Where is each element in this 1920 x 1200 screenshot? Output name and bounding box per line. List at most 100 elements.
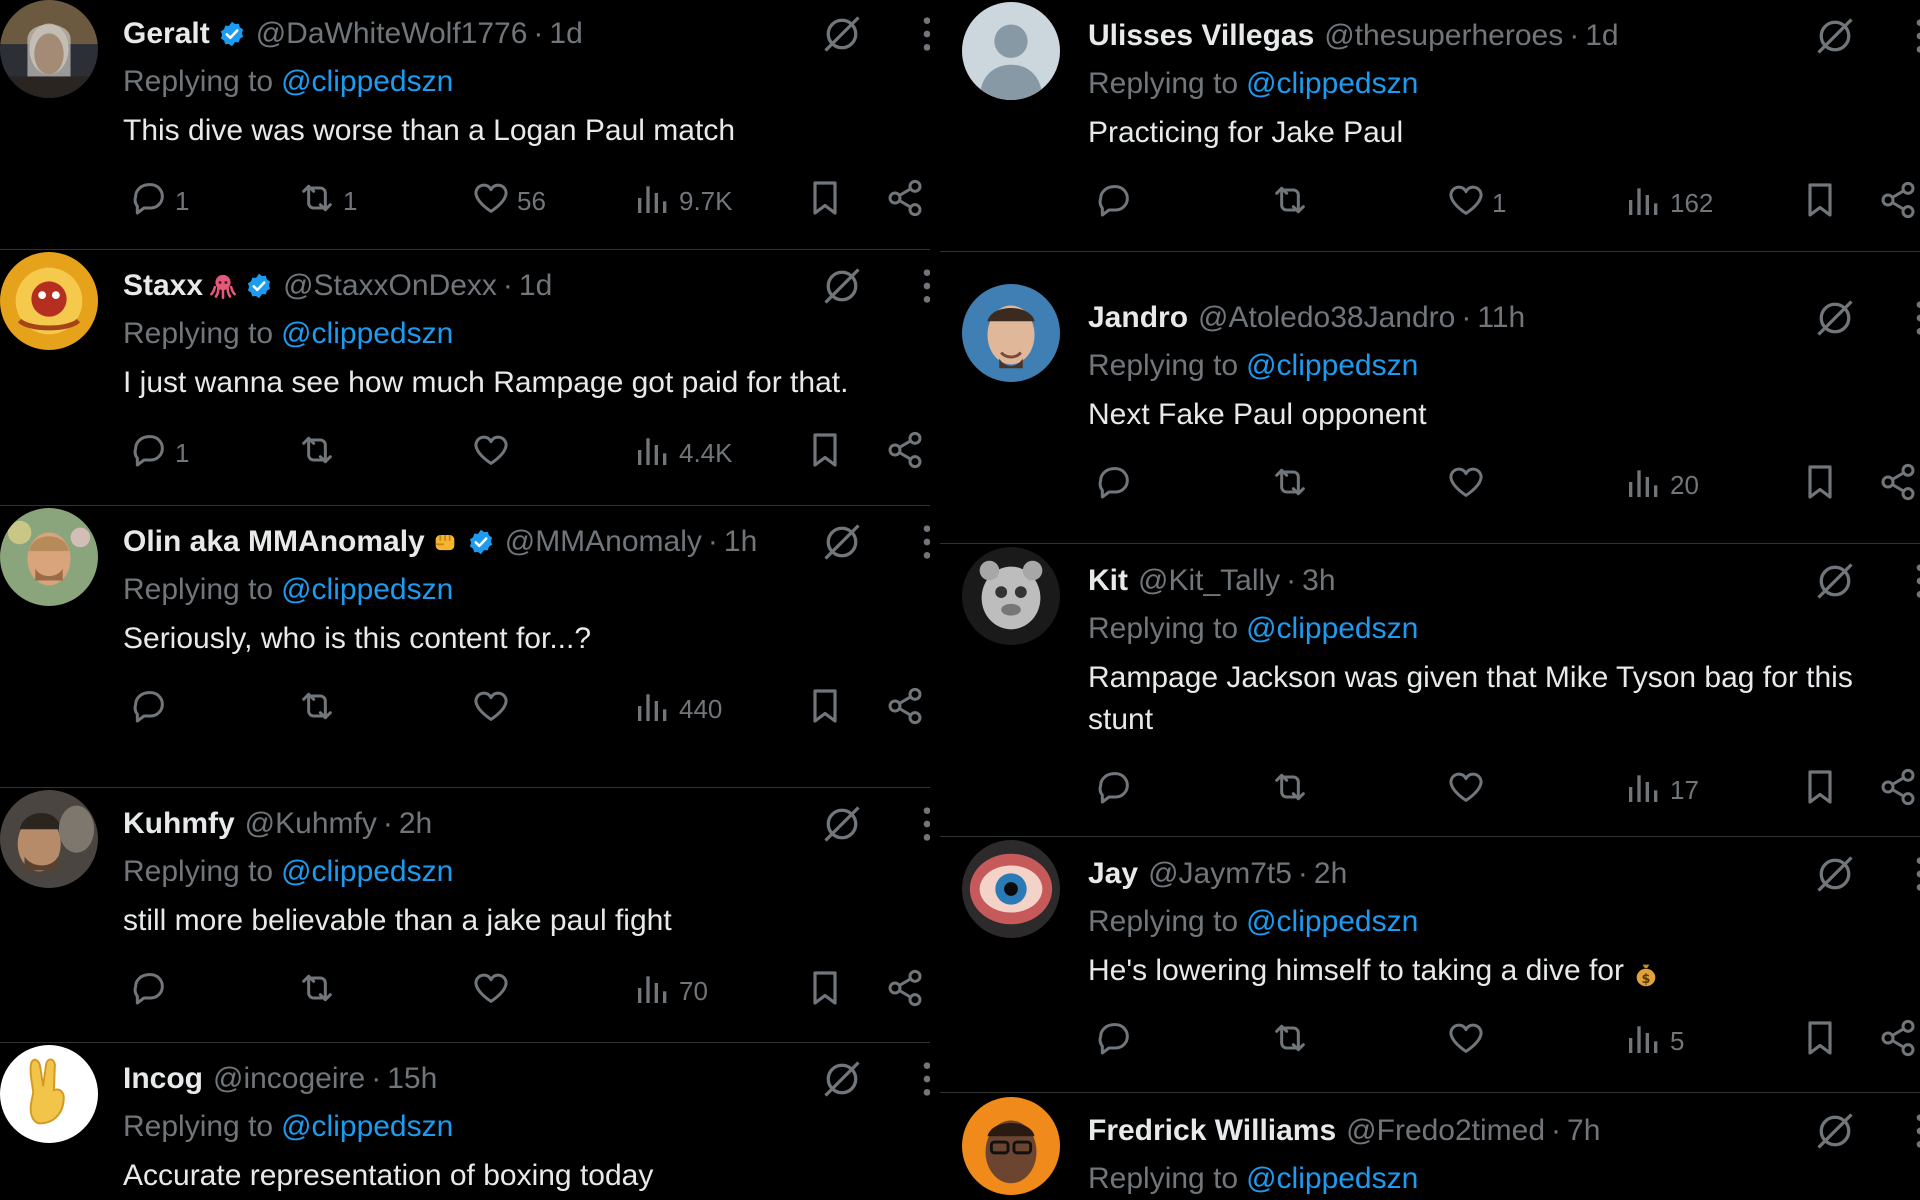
avatar[interactable] [0, 790, 98, 888]
display-name[interactable]: Staxx [123, 268, 203, 304]
display-name[interactable]: Fredrick Williams [1088, 1113, 1336, 1149]
timestamp[interactable]: 2h [399, 806, 432, 842]
grok-icon[interactable] [1813, 14, 1857, 58]
reply-tweet[interactable]: Kit @Kit_Tally · 3h Replying to @clippedszn Ra… [940, 545, 1920, 837]
user-handle[interactable]: @DaWhiteWolf1776 [256, 16, 528, 52]
display-name[interactable]: Kit [1088, 563, 1128, 599]
timestamp[interactable]: 2h [1314, 856, 1347, 892]
like-button[interactable] [1440, 765, 1486, 815]
display-name[interactable]: Incog [123, 1061, 203, 1097]
timestamp[interactable]: 3h [1302, 563, 1335, 599]
mention-link[interactable]: @clippedszn [1246, 349, 1418, 382]
mention-link[interactable]: @clippedszn [1246, 612, 1418, 645]
reply-button[interactable]: 1 [123, 176, 189, 226]
reply-tweet[interactable]: Staxx @StaxxOnDexx · 1d Replying to @clippeds… [0, 252, 930, 506]
mention-link[interactable]: @clippedszn [281, 573, 453, 606]
reply-button[interactable] [1088, 1016, 1134, 1066]
share-button[interactable] [1872, 460, 1918, 510]
reply-tweet[interactable]: Incog @incogeire · 15h Replying to @clippedsz… [0, 1045, 930, 1200]
views-button[interactable]: 70 [627, 966, 708, 1016]
like-button[interactable] [465, 684, 511, 734]
timestamp[interactable]: 1d [549, 16, 582, 52]
user-handle[interactable]: @thesuperheroes [1324, 18, 1563, 54]
mention-link[interactable]: @clippedszn [1246, 67, 1418, 100]
bookmark-button[interactable] [799, 176, 845, 226]
more-options-icon[interactable] [922, 1059, 930, 1097]
reply-button[interactable] [1088, 765, 1134, 815]
user-handle[interactable]: @incogeire [213, 1061, 365, 1097]
repost-button[interactable] [1264, 1016, 1310, 1066]
views-button[interactable]: 4.4K [627, 428, 733, 478]
reply-tweet[interactable]: Jandro @Atoledo38Jandro · 11h Replying to @cl… [940, 282, 1920, 544]
avatar[interactable] [0, 252, 98, 350]
reply-button[interactable] [123, 684, 169, 734]
share-button[interactable] [879, 176, 925, 226]
avatar[interactable] [962, 1097, 1060, 1195]
display-name[interactable]: Geralt [123, 16, 210, 52]
grok-icon[interactable] [820, 12, 864, 56]
user-handle[interactable]: @MMAnomaly [505, 524, 702, 560]
share-button[interactable] [879, 428, 925, 478]
avatar[interactable] [0, 508, 98, 606]
more-options-icon[interactable] [1915, 298, 1920, 336]
repost-button[interactable] [291, 966, 337, 1016]
avatar[interactable] [962, 547, 1060, 645]
views-button[interactable]: 162 [1618, 178, 1713, 228]
reply-tweet[interactable]: Fredrick Williams @Fredo2timed · 7h Replying… [940, 1095, 1920, 1200]
grok-icon[interactable] [1813, 1109, 1857, 1153]
grok-icon[interactable] [820, 264, 864, 308]
avatar[interactable] [962, 284, 1060, 382]
user-handle[interactable]: @Kuhmfy [245, 806, 377, 842]
reply-tweet[interactable]: Ulisses Villegas @thesuperheroes · 1d Replyi… [940, 0, 1920, 252]
like-button[interactable] [1440, 460, 1486, 510]
more-options-icon[interactable] [922, 804, 930, 842]
like-button[interactable] [465, 966, 511, 1016]
grok-icon[interactable] [820, 802, 864, 846]
avatar[interactable] [0, 1045, 98, 1143]
share-button[interactable] [1872, 765, 1918, 815]
mention-link[interactable]: @clippedszn [281, 855, 453, 888]
share-button[interactable] [1872, 1016, 1918, 1066]
mention-link[interactable]: @clippedszn [1246, 1162, 1418, 1195]
timestamp[interactable]: 11h [1477, 300, 1525, 336]
views-button[interactable]: 440 [627, 684, 722, 734]
mention-link[interactable]: @clippedszn [1246, 905, 1418, 938]
more-options-icon[interactable] [922, 266, 930, 304]
share-button[interactable] [879, 966, 925, 1016]
repost-button[interactable] [291, 684, 337, 734]
avatar[interactable] [962, 840, 1060, 938]
like-button[interactable]: 1 [1440, 178, 1506, 228]
display-name[interactable]: Jay [1088, 856, 1138, 892]
mention-link[interactable]: @clippedszn [281, 65, 453, 98]
grok-icon[interactable] [1813, 296, 1857, 340]
bookmark-button[interactable] [1794, 765, 1840, 815]
bookmark-button[interactable] [1794, 460, 1840, 510]
repost-button[interactable]: 1 [291, 176, 357, 226]
more-options-icon[interactable] [1915, 1111, 1920, 1149]
views-button[interactable]: 5 [1618, 1016, 1684, 1066]
bookmark-button[interactable] [799, 966, 845, 1016]
reply-button[interactable] [1088, 178, 1134, 228]
more-options-icon[interactable] [1915, 561, 1920, 599]
user-handle[interactable]: @Fredo2timed [1346, 1113, 1545, 1149]
display-name[interactable]: Kuhmfy [123, 806, 235, 842]
repost-button[interactable] [1264, 178, 1310, 228]
repost-button[interactable] [291, 428, 337, 478]
reply-button[interactable] [123, 966, 169, 1016]
avatar[interactable] [0, 0, 98, 98]
like-button[interactable] [1440, 1016, 1486, 1066]
timestamp[interactable]: 1h [724, 524, 757, 560]
reply-tweet[interactable]: Geralt @DaWhiteWolf1776 · 1d Replying to @cli… [0, 0, 930, 250]
more-options-icon[interactable] [1915, 16, 1920, 54]
reply-tweet[interactable]: Jay @Jaym7t5 · 2h Replying to @clippedszn He's… [940, 838, 1920, 1093]
bookmark-button[interactable] [1794, 1016, 1840, 1066]
views-button[interactable]: 20 [1618, 460, 1699, 510]
timestamp[interactable]: 1d [1585, 18, 1618, 54]
more-options-icon[interactable] [922, 14, 930, 52]
like-button[interactable] [465, 428, 511, 478]
repost-button[interactable] [1264, 765, 1310, 815]
more-options-icon[interactable] [922, 522, 930, 560]
views-button[interactable]: 17 [1618, 765, 1699, 815]
views-button[interactable]: 9.7K [627, 176, 733, 226]
mention-link[interactable]: @clippedszn [281, 317, 453, 350]
